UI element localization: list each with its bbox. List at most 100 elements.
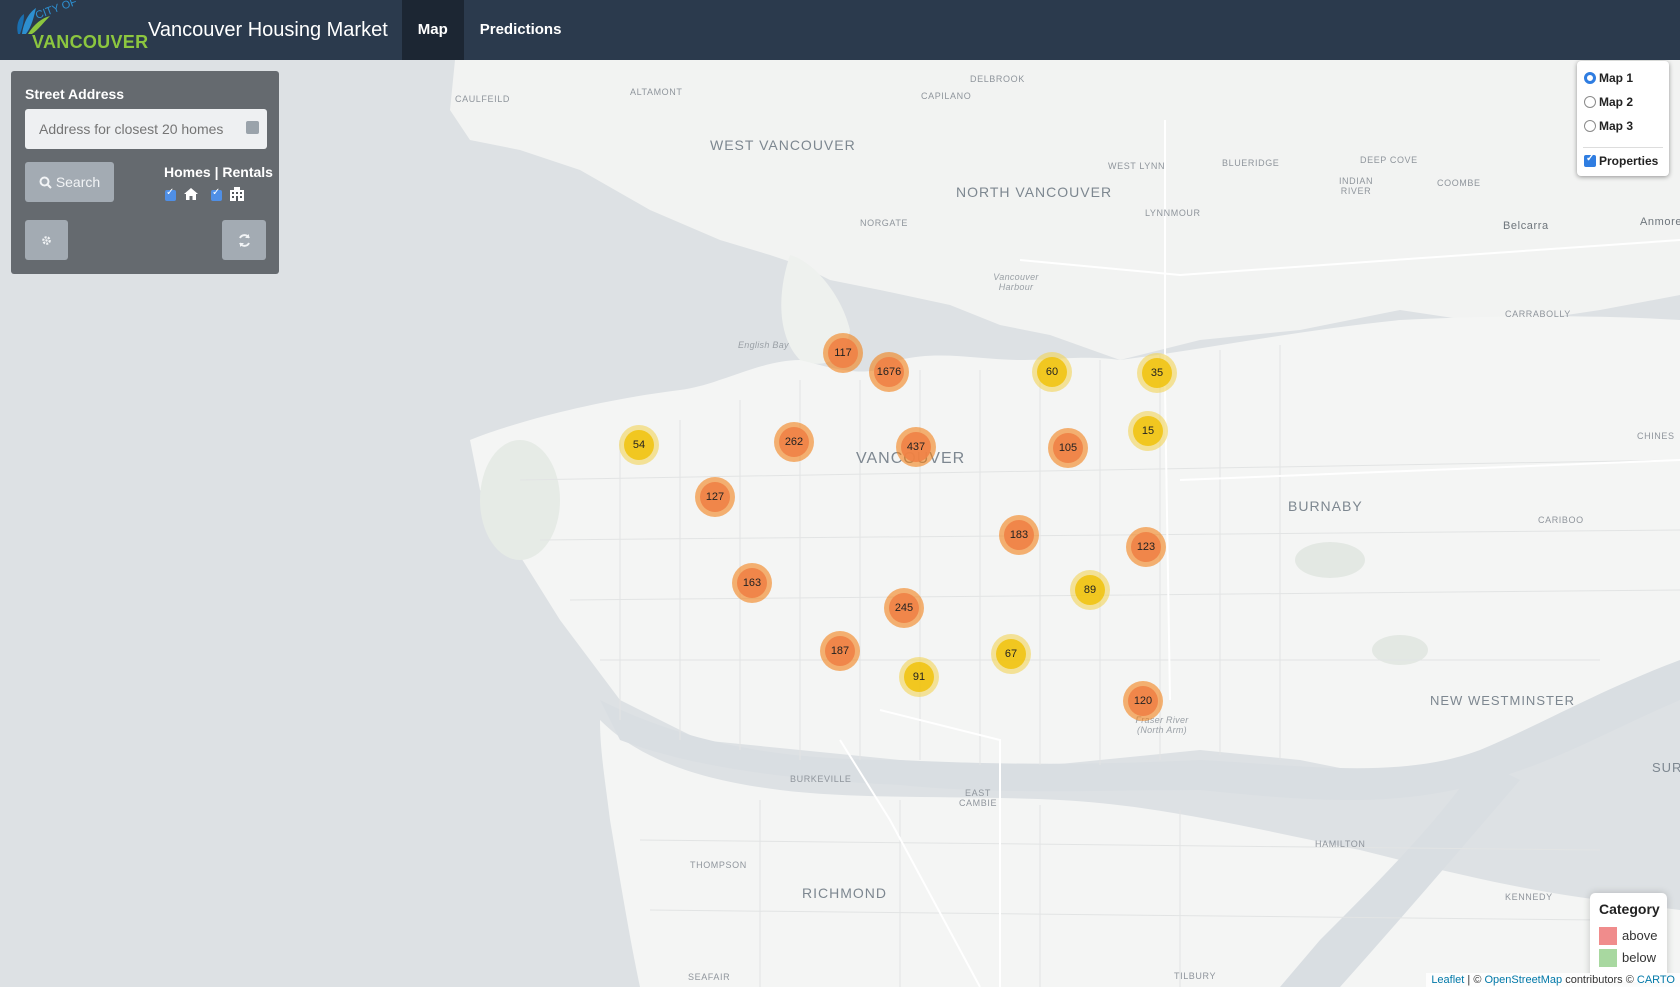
settings-button[interactable]	[25, 220, 68, 260]
label-seafair: SEAFAIR	[688, 972, 731, 982]
label-blueridge: BLUERIDGE	[1222, 158, 1280, 168]
label-coombe: COOMBE	[1437, 178, 1481, 188]
tab-predictions[interactable]: Predictions	[464, 0, 578, 60]
properties-checkbox[interactable]	[1584, 153, 1596, 167]
gear-icon	[42, 235, 51, 245]
legend-label-below: below	[1622, 950, 1656, 965]
layers-separator	[1583, 147, 1663, 148]
rentals-checkbox[interactable]	[211, 187, 222, 201]
cluster-count: 117	[828, 338, 858, 368]
map-3-radio[interactable]	[1584, 120, 1596, 132]
logo-city-of: CITY OF	[33, 0, 79, 22]
search-button[interactable]: Search	[25, 162, 114, 202]
cluster-marker[interactable]: 54	[619, 425, 659, 465]
label-west-vancouver: WEST VANCOUVER	[710, 137, 856, 153]
label-vancouver-harbour: Vancouver Harbour	[993, 272, 1039, 292]
cluster-marker[interactable]: 127	[695, 477, 735, 517]
cluster-marker[interactable]: 123	[1126, 527, 1166, 567]
attrib-sep: | ©	[1464, 974, 1485, 986]
cluster-count: 262	[779, 427, 809, 457]
layers-control: Map 1 Map 2 Map 3 Properties	[1577, 61, 1669, 176]
cluster-marker[interactable]: 437	[896, 427, 936, 467]
homes-checkbox[interactable]	[165, 187, 176, 201]
label-lynnmour: LYNNMOUR	[1145, 208, 1201, 218]
cluster-count: 187	[825, 636, 855, 666]
cluster-count: 183	[1004, 520, 1034, 550]
cluster-count: 15	[1133, 416, 1163, 446]
cluster-count: 60	[1037, 357, 1067, 387]
label-richmond: RICHMOND	[802, 885, 887, 901]
label-tilbury: TILBURY	[1174, 971, 1217, 981]
leaflet-link[interactable]: Leaflet	[1431, 974, 1464, 986]
address-input[interactable]	[25, 109, 267, 149]
cluster-count: 1676	[874, 357, 904, 387]
cluster-marker[interactable]: 183	[999, 515, 1039, 555]
refresh-icon	[238, 233, 250, 247]
cluster-count: 35	[1142, 358, 1172, 388]
category-legend: Category above below	[1590, 893, 1667, 982]
homes-rentals-label: Homes | Rentals	[164, 164, 273, 180]
label-new-westminster: NEW WESTMINSTER	[1430, 693, 1575, 708]
cluster-marker[interactable]: 67	[991, 634, 1031, 674]
layer-map-3[interactable]: Map 3	[1584, 119, 1633, 133]
carto-link[interactable]: CARTO	[1637, 974, 1675, 986]
city-logo[interactable]: CITY OF VANCOUVER	[10, 0, 148, 60]
tab-map[interactable]: Map	[401, 0, 464, 60]
building-icon	[229, 187, 245, 201]
label-east-cambie: EAST CAMBIE	[958, 788, 998, 808]
app-title[interactable]: Vancouver Housing Market	[148, 0, 388, 60]
cluster-marker[interactable]: 187	[820, 631, 860, 671]
cluster-count: 163	[737, 568, 767, 598]
cluster-marker[interactable]: 35	[1137, 353, 1177, 393]
search-icon	[39, 176, 52, 189]
label-hamilton: HAMILTON	[1315, 839, 1366, 849]
cluster-marker[interactable]: 245	[884, 588, 924, 628]
label-burnaby: BURNABY	[1288, 498, 1363, 514]
label-altamont: ALTAMONT	[630, 87, 683, 97]
cluster-marker[interactable]: 120	[1123, 681, 1163, 721]
search-button-label: Search	[55, 174, 101, 190]
home-icon	[183, 187, 199, 204]
cluster-count: 123	[1131, 532, 1161, 562]
cluster-marker[interactable]: 91	[899, 657, 939, 697]
label-deep-cove: DEEP COVE	[1360, 155, 1418, 165]
cluster-marker[interactable]: 89	[1070, 570, 1110, 610]
label-chines: CHINES	[1637, 431, 1675, 441]
cluster-marker[interactable]: 262	[774, 422, 814, 462]
cluster-count: 120	[1128, 686, 1158, 716]
cluster-marker[interactable]: 163	[732, 563, 772, 603]
address-card-icon	[246, 121, 259, 134]
label-burkeville: BURKEVILLE	[790, 774, 852, 784]
cluster-marker[interactable]: 15	[1128, 411, 1168, 451]
label-norgate: NORGATE	[860, 218, 909, 228]
map-attribution: Leaflet | © OpenStreetMap contributors ©…	[1426, 973, 1680, 987]
properties-label: Properties	[1599, 154, 1659, 168]
map-1-label: Map 1	[1599, 71, 1634, 85]
layer-map-2[interactable]: Map 2	[1584, 95, 1633, 109]
search-panel: Street Address Search Homes | Rentals	[11, 71, 279, 274]
cluster-marker[interactable]: 105	[1048, 428, 1088, 468]
street-address-label: Street Address	[25, 86, 125, 102]
cluster-count: 89	[1075, 575, 1105, 605]
cluster-marker[interactable]: 1676	[869, 352, 909, 392]
label-indian-river: INDIAN RIVER	[1338, 176, 1374, 196]
map-3-label: Map 3	[1599, 119, 1634, 133]
label-north-vancouver: NORTH VANCOUVER	[956, 184, 1113, 200]
cluster-marker[interactable]: 60	[1032, 352, 1072, 392]
osm-link[interactable]: OpenStreetMap	[1484, 974, 1562, 986]
cluster-count: 105	[1053, 433, 1083, 463]
cluster-count: 91	[904, 662, 934, 692]
cluster-count: 54	[624, 430, 654, 460]
layer-map-1[interactable]: Map 1	[1584, 71, 1633, 85]
map-2-label: Map 2	[1599, 95, 1634, 109]
map-2-radio[interactable]	[1584, 96, 1596, 108]
layer-properties[interactable]: Properties	[1584, 153, 1659, 168]
cluster-count: 437	[901, 432, 931, 462]
label-carrabolly: CARRABOLLY	[1505, 309, 1571, 319]
cluster-marker[interactable]: 117	[823, 333, 863, 373]
refresh-button[interactable]	[222, 220, 266, 260]
legend-title: Category	[1599, 901, 1660, 917]
map-1-radio[interactable]	[1584, 72, 1596, 84]
label-delbrook: DELBROOK	[970, 74, 1025, 84]
navbar: CITY OF VANCOUVER Vancouver Housing Mark…	[0, 0, 1680, 60]
